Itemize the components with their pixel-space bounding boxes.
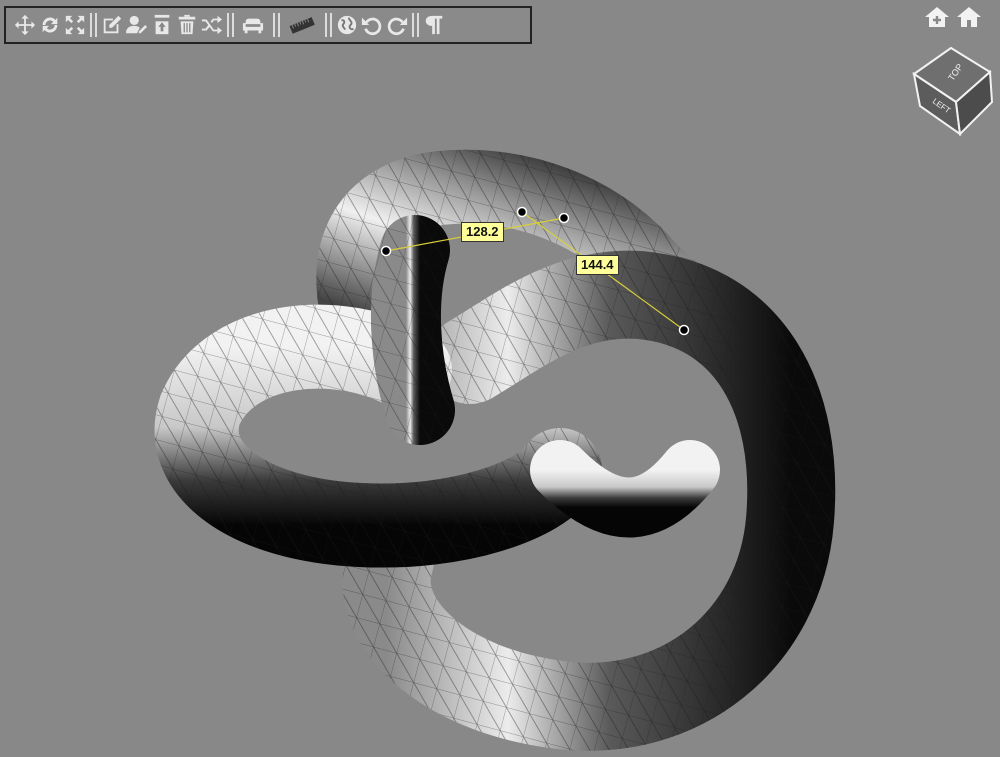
rotate-icon[interactable] — [37, 10, 62, 40]
measure-point[interactable] — [558, 212, 570, 224]
shuffle-icon[interactable] — [199, 10, 224, 40]
toolbar-separator — [270, 12, 282, 38]
delete-icon[interactable] — [174, 10, 199, 40]
3d-viewport[interactable] — [0, 0, 1000, 757]
knot-front-strand-mesh — [370, 215, 455, 445]
scale-icon[interactable] — [62, 10, 87, 40]
redo-icon[interactable] — [384, 10, 409, 40]
trefoil-knot-model[interactable] — [154, 149, 836, 751]
paragraph-icon[interactable] — [421, 10, 446, 40]
measure-point[interactable] — [516, 206, 528, 218]
move-icon[interactable] — [12, 10, 37, 40]
toolbar-separator — [322, 12, 334, 38]
globe-icon[interactable] — [334, 10, 359, 40]
measure-point[interactable] — [380, 245, 392, 257]
home-icon[interactable] — [956, 5, 982, 29]
knot-lower-strand — [530, 440, 720, 538]
sofa-icon[interactable] — [236, 10, 270, 40]
measurement-label-2[interactable]: 144.4 — [576, 255, 619, 275]
measurement-label-1[interactable]: 128.2 — [461, 222, 504, 242]
toolbar-separator — [87, 12, 99, 38]
view-cube[interactable]: TOP LEFT — [906, 44, 996, 140]
undo-icon[interactable] — [359, 10, 384, 40]
toolbar — [4, 6, 532, 44]
upload-icon[interactable] — [149, 10, 174, 40]
home-buttons — [924, 5, 982, 29]
toolbar-separator — [224, 12, 236, 38]
measure-point[interactable] — [678, 324, 690, 336]
home-plus-icon[interactable] — [924, 5, 950, 29]
toolbar-separator — [409, 12, 421, 38]
ruler-icon[interactable] — [282, 10, 322, 40]
edit-icon[interactable] — [99, 10, 124, 40]
user-edit-icon[interactable] — [124, 10, 149, 40]
